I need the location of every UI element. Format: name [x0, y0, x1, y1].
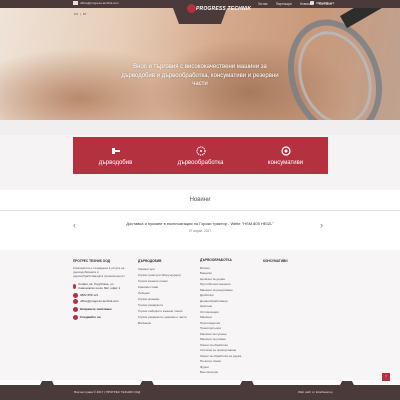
nav-partners[interactable]: Партньори — [276, 2, 292, 6]
footer-email-text[interactable]: office@progress-technik.com — [80, 298, 119, 304]
category-label-woodworking: дървообработка — [177, 159, 224, 166]
news-prev-arrow[interactable]: ‹ — [73, 221, 76, 230]
phone-icon — [310, 1, 314, 5]
footer-consumables-heading[interactable]: КОНСУМАТИВИ — [263, 258, 318, 264]
category-label-logging: дърводобив — [98, 159, 133, 166]
bottom-bar: Всички права © 2017 | ПРОГРЕС ТЕХНИК ООД… — [0, 385, 400, 400]
copyright-text: Всички права © 2017 | ПРОГРЕС ТЕХНИК ООД — [74, 390, 141, 394]
footer-logging-column: ДЪРВОДОБИВ Харвестъри Горски трактори (Ф… — [138, 258, 193, 326]
footer-company-desc: Компанията е създадена в услуга на дърво… — [73, 266, 125, 278]
footer-logging-item[interactable]: Валмаши — [138, 320, 193, 326]
footer-inquiry-text[interactable]: Направете запитване — [80, 306, 112, 312]
mail-icon — [73, 1, 78, 5]
logo-icon[interactable] — [187, 4, 196, 13]
developer-link[interactable]: Web сайт от Комбинатор — [298, 390, 333, 394]
footer-address-text: София, кв. Горубляне, ул. Самоковско шос… — [78, 282, 121, 290]
footer-company-column: ПРОГРЕС ТЕХНИК ООД Компанията е създаден… — [73, 258, 128, 320]
footer-company-heading: ПРОГРЕС ТЕХНИК ООД — [73, 259, 110, 263]
footer-woodworking-column: ДЪРВООБРАБОТКА Бичкии Банцизи Цепачки за… — [200, 258, 255, 376]
hero-tagline: Внос и търговия с висококачествени машин… — [121, 64, 279, 87]
language-switcher: EN | БГ — [74, 12, 87, 16]
news-item-title[interactable]: Доставка и пускане в експлоатация на Гор… — [100, 221, 300, 226]
footer-woodworking-heading: ДЪРВООБРАБОТКА — [200, 258, 232, 262]
footer-follow-link[interactable]: Следвайте ни — [73, 314, 128, 320]
category-label-consumables: консумативи — [267, 159, 304, 166]
header-phone[interactable]: 0882 888 121 — [310, 1, 334, 5]
disc-icon — [280, 145, 291, 156]
lang-en[interactable]: EN — [74, 12, 78, 16]
facebook-icon — [73, 314, 78, 320]
category-tile-consumables[interactable]: консумативи — [243, 137, 328, 174]
chainsaw-bar-image — [340, 8, 399, 29]
news-item-date: 27 април, 2017 — [188, 229, 212, 233]
edit-icon — [73, 306, 78, 312]
header-email-text[interactable]: office@progress-technik.com — [80, 1, 119, 5]
news-divider — [0, 210, 400, 211]
location-icon — [73, 283, 77, 289]
phone-icon — [73, 292, 78, 298]
logo-text[interactable]: PROGRESS TECHNIK — [196, 6, 251, 12]
mail-icon — [73, 298, 78, 304]
footer-consumables-column: КОНСУМАТИВИ — [263, 258, 318, 266]
news-next-arrow[interactable]: › — [320, 221, 323, 230]
footer-inquiry-link[interactable]: Направете запитване — [73, 306, 128, 312]
scroll-to-top-button[interactable]: ↑ — [382, 373, 390, 381]
news-heading: Новини — [189, 197, 211, 203]
category-tile-logging[interactable]: дърводобив — [73, 137, 158, 174]
footer-address: София, кв. Горубляне, ул. Самоковско шос… — [73, 282, 128, 290]
nav-about[interactable]: За нас — [258, 2, 268, 6]
footer-logging-heading: ДЪРВОДОБИВ — [138, 259, 162, 263]
lang-separator: | — [80, 12, 81, 16]
divider-band — [0, 120, 400, 135]
lang-bg[interactable]: БГ — [83, 12, 87, 16]
logo-badge[interactable] — [170, 0, 230, 24]
header-phone-text[interactable]: 0882 888 121 — [316, 1, 334, 5]
header-email[interactable]: office@progress-technik.com — [73, 1, 119, 5]
footer-follow-text[interactable]: Следвайте ни — [80, 314, 101, 320]
saw-blade-icon — [195, 145, 206, 156]
footer-woodworking-item[interactable]: Вентилатори — [200, 370, 255, 376]
chainsaw-icon — [111, 147, 120, 154]
footer-email[interactable]: office@progress-technik.com — [73, 298, 128, 304]
category-tile-woodworking[interactable]: дървообработка — [158, 137, 243, 174]
